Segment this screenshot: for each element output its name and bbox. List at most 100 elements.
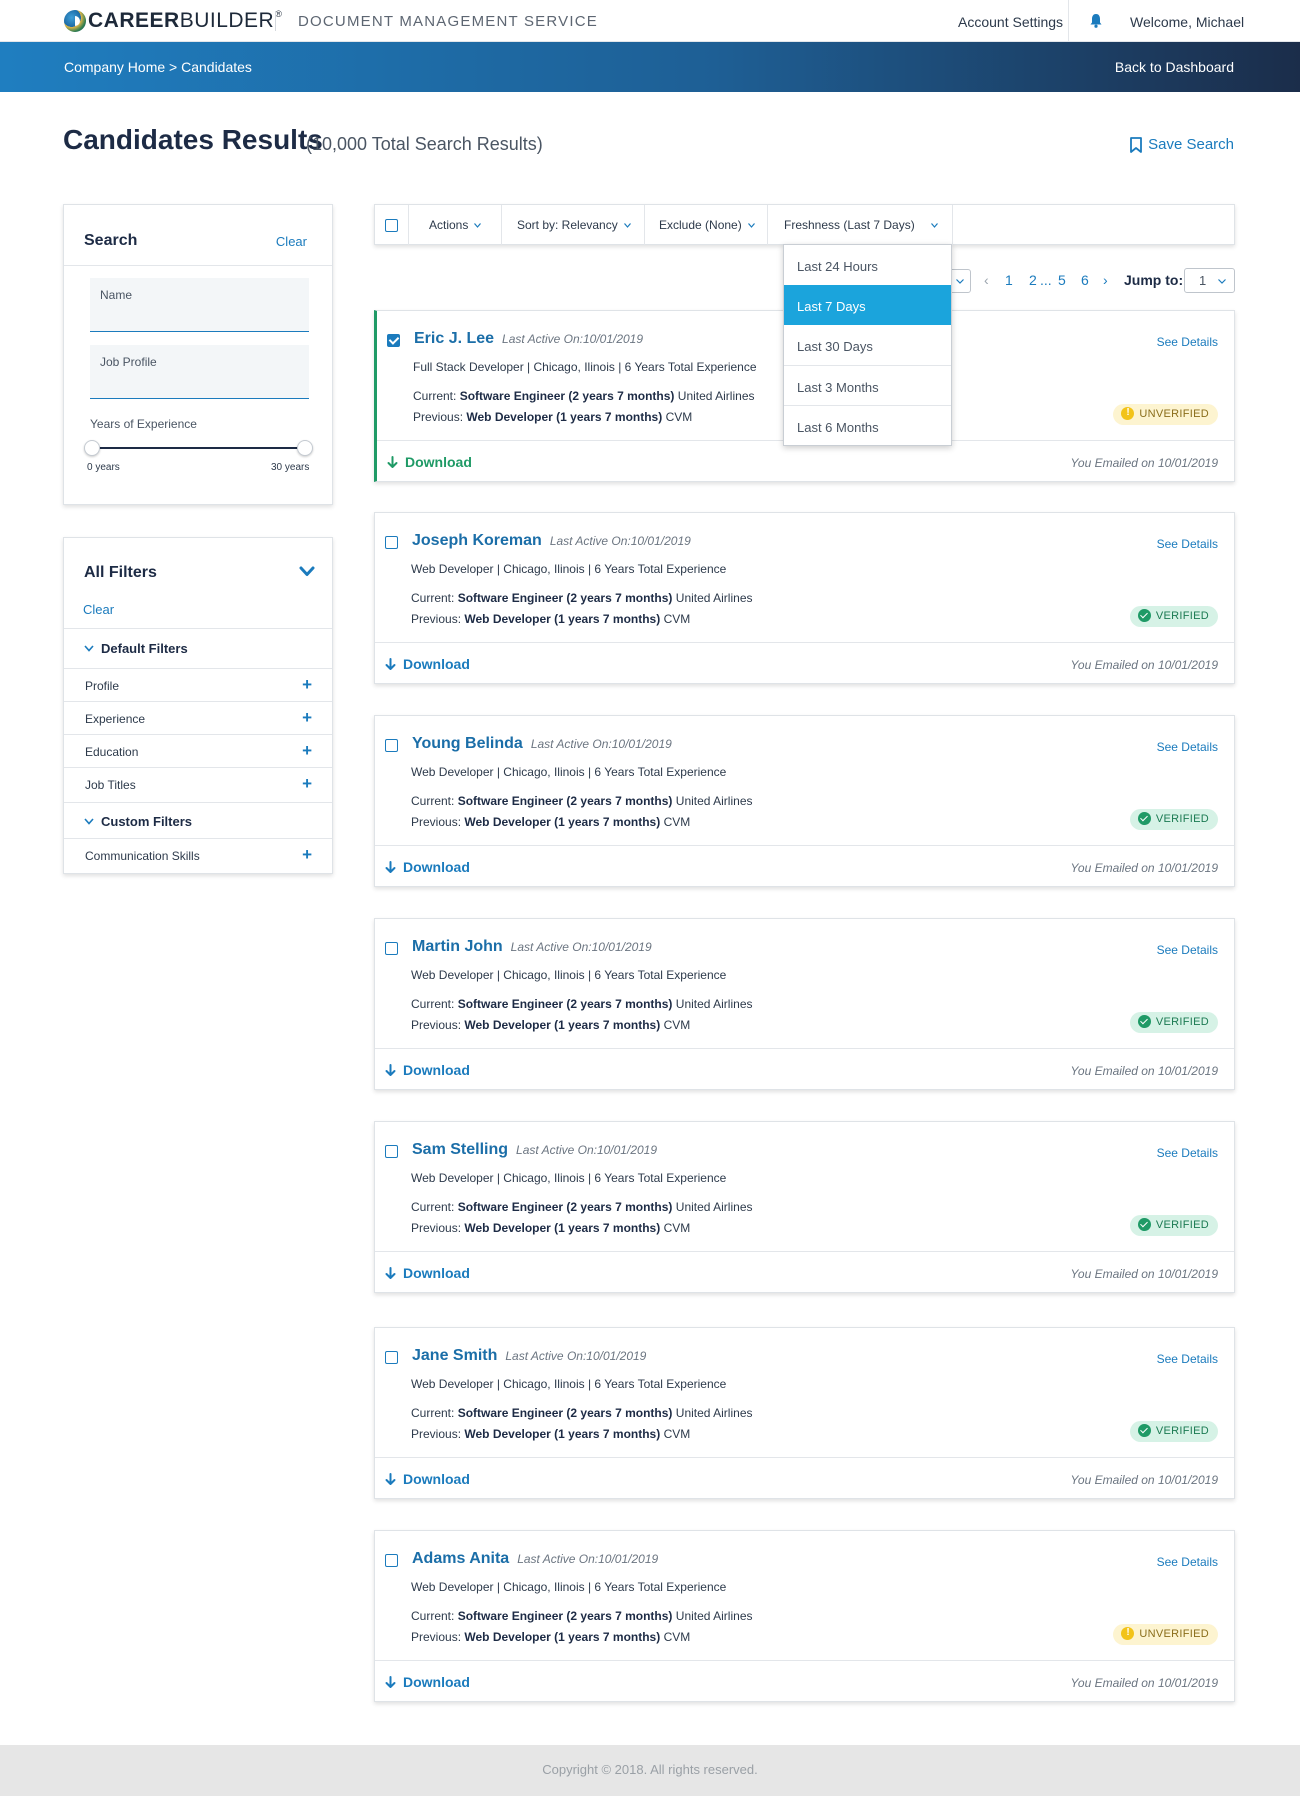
candidate-checkbox[interactable] xyxy=(385,1554,398,1567)
chevron-down-icon xyxy=(1218,279,1226,284)
next-page-icon[interactable]: › xyxy=(1103,272,1108,288)
candidate-summary: Web Developer | Chicago, Ilinois | 6 Yea… xyxy=(411,1171,727,1185)
filter-row-job-titles[interactable]: Job Titles + xyxy=(64,767,332,800)
jump-to-select[interactable]: 1 xyxy=(1184,268,1235,293)
page-link[interactable]: 5 xyxy=(1058,272,1066,288)
freshness-option[interactable]: Last 6 Months xyxy=(784,405,951,445)
filter-row-communication-skills[interactable]: Communication Skills + xyxy=(64,838,332,871)
alert-circle-icon xyxy=(1121,407,1135,420)
plus-icon[interactable]: + xyxy=(302,741,312,761)
chevron-down-icon[interactable] xyxy=(299,566,315,578)
filter-row-experience[interactable]: Experience + xyxy=(64,701,332,734)
previous-role: Web Developer (1 years 7 months) xyxy=(464,1018,661,1032)
freshness-option[interactable]: Last 24 Hours xyxy=(784,245,951,285)
experience-slider-track[interactable] xyxy=(92,447,305,449)
download-arrow-icon xyxy=(385,1675,396,1688)
see-details-link[interactable]: See Details xyxy=(1157,1555,1218,1569)
previous-position: Previous: Web Developer (1 years 7 month… xyxy=(411,1018,690,1032)
name-field[interactable]: Name xyxy=(90,278,309,332)
filters-clear-link[interactable]: Clear xyxy=(83,602,114,617)
plus-icon[interactable]: + xyxy=(302,708,312,728)
chevron-down-icon xyxy=(747,222,755,228)
candidate-card[interactable]: Young Belinda Last Active On:10/01/2019 We… xyxy=(374,715,1235,887)
plus-icon[interactable]: + xyxy=(302,675,312,695)
candidate-name-link[interactable]: Joseph Koreman Last Active On:10/01/2019 xyxy=(412,532,691,550)
freshness-dropdown[interactable]: Freshness (Last 7 Days) xyxy=(784,218,938,232)
default-filters-group[interactable]: Default Filters xyxy=(84,641,188,656)
breadcrumb[interactable]: Company Home > Candidates xyxy=(64,59,252,75)
name-input[interactable] xyxy=(100,306,295,321)
candidate-checkbox[interactable] xyxy=(385,1145,398,1158)
candidate-checkbox[interactable] xyxy=(385,739,398,752)
search-clear-link[interactable]: Clear xyxy=(276,234,307,249)
candidate-name-link[interactable]: Eric J. Lee Last Active On:10/01/2019 xyxy=(414,330,643,348)
experience-slider-min-handle[interactable] xyxy=(84,440,100,456)
save-search-button[interactable]: Save Search xyxy=(1130,136,1234,153)
bell-icon[interactable] xyxy=(1089,13,1103,28)
candidate-name-link[interactable]: Jane Smith Last Active On:10/01/2019 xyxy=(412,1347,646,1365)
see-details-link[interactable]: See Details xyxy=(1157,335,1218,349)
page-link[interactable]: 1 xyxy=(1005,272,1013,288)
plus-icon[interactable]: + xyxy=(302,774,312,794)
candidate-checkbox[interactable] xyxy=(385,942,398,955)
freshness-option[interactable]: Last 30 Days xyxy=(784,325,951,365)
welcome-user[interactable]: Welcome, Michael xyxy=(1130,14,1244,30)
back-to-dashboard-link[interactable]: Back to Dashboard xyxy=(1115,59,1234,75)
previous-role: Web Developer (1 years 7 months) xyxy=(466,410,663,424)
download-button[interactable]: Download xyxy=(385,1265,470,1281)
filter-row-profile[interactable]: Profile + xyxy=(64,668,332,701)
experience-slider-max-handle[interactable] xyxy=(297,440,313,456)
divider xyxy=(501,205,502,245)
candidate-card[interactable]: Sam Stelling Last Active On:10/01/2019 Web… xyxy=(374,1121,1235,1293)
custom-filters-group[interactable]: Custom Filters xyxy=(84,814,192,829)
plus-icon[interactable]: + xyxy=(302,845,312,865)
download-label: Download xyxy=(403,1471,470,1487)
previous-label: Previous: xyxy=(411,1221,462,1235)
freshness-option-selected[interactable]: Last 7 Days xyxy=(784,285,951,325)
sort-label: Sort by: Relevancy xyxy=(517,218,618,232)
page-link[interactable]: 2 xyxy=(1029,272,1037,288)
see-details-link[interactable]: See Details xyxy=(1157,943,1218,957)
download-button[interactable]: Download xyxy=(387,454,472,470)
candidate-name-link[interactable]: Sam Stelling Last Active On:10/01/2019 xyxy=(412,1141,657,1159)
candidate-card[interactable]: Adams Anita Last Active On:10/01/2019 Web … xyxy=(374,1530,1235,1702)
candidate-name-link[interactable]: Adams Anita Last Active On:10/01/2019 xyxy=(412,1550,658,1568)
last-active-text: Last Active On:10/01/2019 xyxy=(505,1349,647,1363)
filter-label: Job Titles xyxy=(85,778,136,792)
freshness-option[interactable]: Last 3 Months xyxy=(784,365,951,405)
job-profile-input[interactable] xyxy=(100,373,295,388)
filter-row-education[interactable]: Education + xyxy=(64,734,332,767)
emailed-status: You Emailed on 10/01/2019 xyxy=(1070,658,1218,672)
job-profile-field[interactable]: Job Profile xyxy=(90,345,309,399)
candidate-checkbox[interactable] xyxy=(387,334,400,347)
candidate-checkbox[interactable] xyxy=(385,536,398,549)
sort-dropdown[interactable]: Sort by: Relevancy xyxy=(517,218,631,232)
download-button[interactable]: Download xyxy=(385,1062,470,1078)
download-button[interactable]: Download xyxy=(385,1674,470,1690)
account-settings-link[interactable]: Account Settings xyxy=(958,14,1063,30)
status-badge: UNVERIFIED xyxy=(1113,404,1218,425)
candidate-card[interactable]: Joseph Koreman Last Active On:10/01/2019 W… xyxy=(374,512,1235,684)
previous-company: CVM xyxy=(663,612,691,626)
select-all-checkbox[interactable] xyxy=(385,219,398,232)
candidate-card[interactable]: Jane Smith Last Active On:10/01/2019 Web D… xyxy=(374,1327,1235,1499)
see-details-link[interactable]: See Details xyxy=(1157,1352,1218,1366)
candidate-name-link[interactable]: Young Belinda Last Active On:10/01/2019 xyxy=(412,735,672,753)
candidate-name-link[interactable]: Martin John Last Active On:10/01/2019 xyxy=(412,938,652,956)
candidate-card[interactable]: Martin John Last Active On:10/01/2019 Web … xyxy=(374,918,1235,1090)
actions-dropdown[interactable]: Actions xyxy=(429,218,482,232)
download-button[interactable]: Download xyxy=(385,656,470,672)
status-badge: VERIFIED xyxy=(1129,1215,1218,1236)
see-details-link[interactable]: See Details xyxy=(1157,1146,1218,1160)
divider xyxy=(64,628,332,629)
previous-label: Previous: xyxy=(411,1427,462,1441)
exclude-dropdown[interactable]: Exclude (None) xyxy=(659,218,755,232)
see-details-link[interactable]: See Details xyxy=(1157,537,1218,551)
download-button[interactable]: Download xyxy=(385,1471,470,1487)
page-link[interactable]: 6 xyxy=(1081,272,1089,288)
careerbuilder-logo[interactable]: CAREERBUILDER® xyxy=(64,9,282,33)
prev-page-icon[interactable]: ‹ xyxy=(984,272,989,288)
see-details-link[interactable]: See Details xyxy=(1157,740,1218,754)
download-button[interactable]: Download xyxy=(385,859,470,875)
candidate-checkbox[interactable] xyxy=(385,1351,398,1364)
